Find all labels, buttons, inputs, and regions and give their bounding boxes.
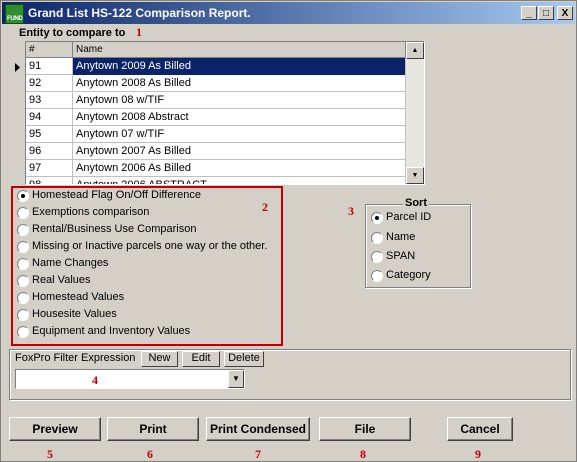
print-condensed-label: Print Condensed [209, 422, 306, 436]
filter-label: FoxPro Filter Expression [15, 352, 136, 364]
annotation-6: 6 [147, 447, 153, 461]
sort-title: Sort [403, 197, 429, 209]
report-option-label[interactable]: Name Changes [32, 257, 108, 269]
file-label: File [354, 422, 376, 436]
report-option-label[interactable]: Exemptions comparison [32, 206, 149, 218]
row-number: 94 [26, 109, 73, 126]
minimize-button[interactable]: _ [521, 6, 537, 20]
report-option-radio[interactable] [17, 292, 29, 304]
annotation-4: 4 [92, 373, 98, 387]
print-label: Print [139, 422, 167, 436]
column-header-name[interactable]: Name [73, 42, 406, 58]
row-name: Anytown 2006 ABSTRACT [73, 177, 406, 184]
report-option-radio[interactable] [17, 258, 29, 270]
row-name: Anytown 2008 Abstract [73, 109, 406, 126]
report-option-label[interactable]: Homestead Flag On/Off Difference [32, 189, 201, 201]
report-option-radio[interactable] [17, 241, 29, 253]
app-icon: FUND [5, 4, 24, 24]
title-bar[interactable]: FUND Grand List HS-122 Comparison Report… [2, 2, 575, 24]
filter-expression-combo[interactable]: ▼ [15, 369, 245, 389]
row-number: 93 [26, 92, 73, 109]
preview-label: Preview [32, 422, 78, 436]
report-option-radio[interactable] [17, 326, 29, 338]
row-number: 98 [26, 177, 73, 184]
annotation-7: 7 [255, 447, 261, 461]
annotation-8: 8 [360, 447, 366, 461]
annotation-2: 2 [262, 200, 268, 214]
row-name: Anytown 08 w/TIF [73, 92, 406, 109]
report-window: FUND Grand List HS-122 Comparison Report… [0, 0, 577, 462]
report-option-radio[interactable] [17, 224, 29, 236]
entity-grid[interactable]: # Name 91 Anytown 2009 As Billed 92 Anyt… [25, 41, 425, 185]
table-row[interactable]: 95 Anytown 07 w/TIF [26, 126, 406, 143]
annotation-5: 5 [47, 447, 53, 461]
sort-label[interactable]: SPAN [386, 250, 415, 262]
table-row[interactable]: 94 Anytown 2008 Abstract [26, 109, 406, 126]
filter-delete-button[interactable]: Delete [224, 351, 264, 367]
row-number: 97 [26, 160, 73, 177]
table-row[interactable]: 97 Anytown 2006 As Billed [26, 160, 406, 177]
report-option-label[interactable]: Homestead Values [32, 291, 124, 303]
cancel-button[interactable]: Cancel [447, 417, 513, 441]
entity-label: Entity to compare to [19, 27, 126, 39]
filter-edit-button[interactable]: Edit [182, 351, 220, 367]
print-button[interactable]: Print [107, 417, 199, 441]
report-option-radio[interactable] [17, 207, 29, 219]
scroll-up-icon[interactable]: ▲ [406, 42, 424, 59]
table-row[interactable]: 92 Anytown 2008 As Billed [26, 75, 406, 92]
sort-label[interactable]: Name [386, 231, 415, 243]
report-option-label[interactable]: Equipment and Inventory Values [32, 325, 190, 337]
maximize-button[interactable]: □ [538, 6, 554, 20]
table-row[interactable]: 91 Anytown 2009 As Billed [26, 58, 406, 75]
row-number: 91 [26, 58, 73, 75]
cancel-label: Cancel [460, 422, 500, 436]
scroll-down-icon[interactable]: ▼ [406, 167, 424, 184]
sort-label[interactable]: Category [386, 269, 431, 281]
column-header-number[interactable]: # [26, 42, 73, 58]
row-number: 96 [26, 143, 73, 160]
grid-scrollbar[interactable]: ▲ ▼ [406, 42, 424, 184]
table-row[interactable]: 98 Anytown 2006 ABSTRACT [26, 177, 406, 184]
file-button[interactable]: File [319, 417, 411, 441]
report-option-radio[interactable] [17, 190, 29, 202]
sort-label[interactable]: Parcel ID [386, 211, 431, 223]
row-name: Anytown 07 w/TIF [73, 126, 406, 143]
annotation-1: 1 [136, 25, 142, 39]
report-option-label[interactable]: Missing or Inactive parcels one way or t… [32, 240, 267, 252]
filter-new-button[interactable]: New [141, 351, 178, 367]
row-number: 92 [26, 75, 73, 92]
row-name: Anytown 2007 As Billed [73, 143, 406, 160]
row-number: 95 [26, 126, 73, 143]
table-row[interactable]: 93 Anytown 08 w/TIF [26, 92, 406, 109]
row-name: Anytown 2008 As Billed [73, 75, 406, 92]
annotation-3: 3 [348, 204, 354, 218]
sort-radio[interactable] [371, 212, 383, 224]
close-button[interactable]: X [557, 6, 573, 20]
table-row[interactable]: 96 Anytown 2007 As Billed [26, 143, 406, 160]
sort-radio[interactable] [371, 251, 383, 263]
report-option-radio[interactable] [17, 309, 29, 321]
row-name: Anytown 2009 As Billed [73, 58, 406, 75]
report-option-radio[interactable] [17, 275, 29, 287]
sort-radio[interactable] [371, 232, 383, 244]
chevron-down-icon[interactable]: ▼ [228, 370, 244, 388]
preview-button[interactable]: Preview [9, 417, 101, 441]
report-option-label[interactable]: Rental/Business Use Comparison [32, 223, 196, 235]
grid-header: # Name [26, 42, 406, 58]
sort-radio[interactable] [371, 270, 383, 282]
annotation-9: 9 [475, 447, 481, 461]
row-name: Anytown 2006 As Billed [73, 160, 406, 177]
print-condensed-button[interactable]: Print Condensed [206, 417, 310, 441]
report-option-label[interactable]: Real Values [32, 274, 91, 286]
report-option-label[interactable]: Housesite Values [32, 308, 117, 320]
window-title: Grand List HS-122 Comparison Report. [28, 6, 251, 20]
